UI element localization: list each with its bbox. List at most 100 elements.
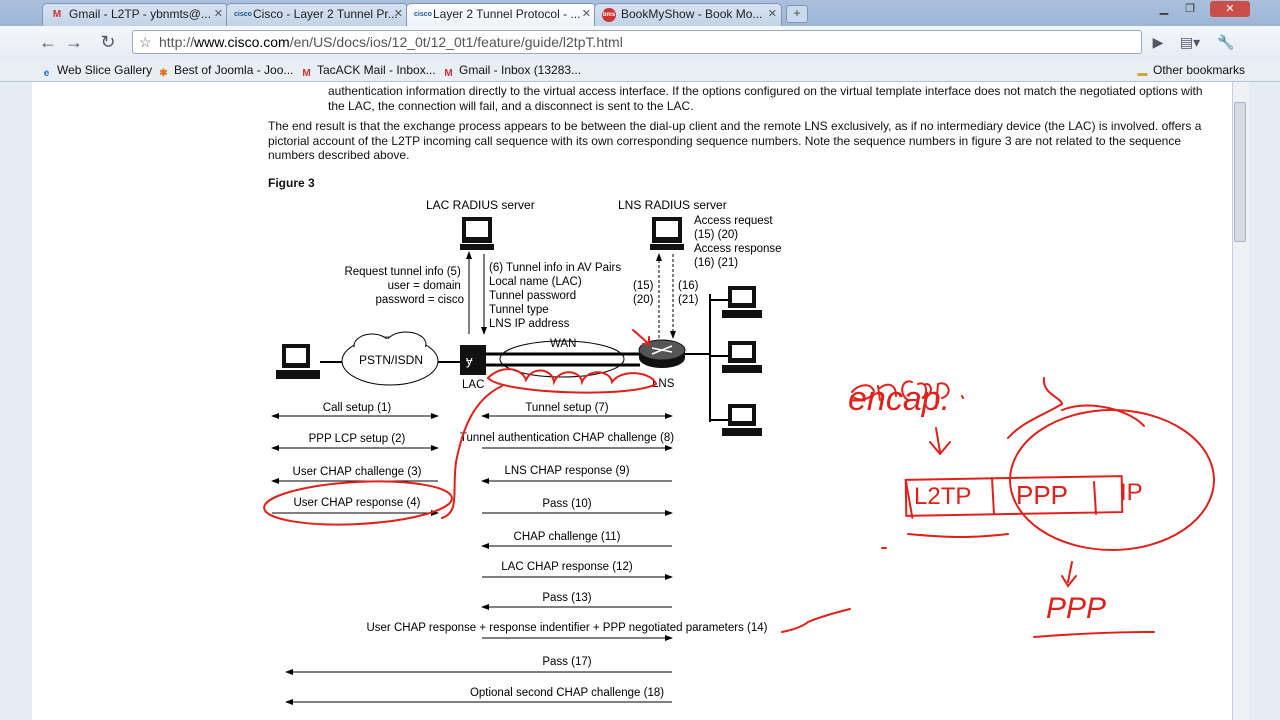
svg-text:LNS CHAP response (9): LNS CHAP response (9) [504,465,629,477]
url-prefix: http:// [159,34,195,50]
gmail-icon: M [302,68,311,79]
close-icon[interactable]: ✕ [768,4,777,25]
tab-bookmyshow[interactable]: bms BookMyShow - Book Mo... ✕ [594,3,782,26]
message-pass-13: Pass (13) [481,592,672,610]
minimize-button[interactable]: ▁ [1152,1,1176,17]
page-margin-right [1249,82,1280,720]
joomla-icon: ✱ [159,68,168,79]
page-content: authentication information directly to t… [32,82,1232,720]
svg-text:Tunnel setup (7): Tunnel setup (7) [525,402,608,414]
access-request-text: Access request (15) (20) Access response… [694,215,785,269]
access-nums-right: (16) (21) [678,280,702,306]
bookmark-web-slice-gallery[interactable]: e Web Slice Gallery [40,60,152,80]
wrench-icon[interactable]: 🔧 [1214,30,1238,54]
svg-text:CHAP challenge (11): CHAP challenge (11) [514,531,621,543]
bookmarks-bar: e Web Slice Gallery ✱ Best of Joomla - Joo… [0,59,1280,82]
bookmark-gmail-inbox[interactable]: M Gmail - Inbox (13283... [442,60,581,80]
message-call-setup: Call setup (1) [271,402,439,419]
play-icon[interactable]: ▶ [1146,30,1170,54]
address-bar[interactable]: ☆ http://www.cisco.com/en/US/docs/ios/12… [132,30,1142,54]
close-window-button[interactable]: ✕ [1210,1,1250,17]
access-nums-left: (15) (20) [633,280,657,306]
other-bookmarks[interactable]: ▬ Other bookmarks [1136,60,1246,80]
url-path: /en/US/docs/ios/12_0t/12_0t1/feature/gui… [289,34,623,50]
svg-text:PPP LCP setup (2): PPP LCP setup (2) [309,433,406,445]
request-tunnel-text: Request tunnel info (5) user = domain pa… [344,266,464,306]
message-user-chap-challenge: User CHAP challenge (3) [271,466,438,484]
maximize-button[interactable]: ❐ [1178,1,1202,17]
handwritten-ip: IP [1120,479,1143,506]
lns-radius-server-icon [650,217,684,250]
handwritten-ppp-2: PPP [1046,592,1106,625]
wan-label: WAN [550,338,576,350]
message-ppp-lcp-setup: PPP LCP setup (2) [271,433,439,451]
forward-button[interactable]: → [62,30,86,54]
close-icon[interactable]: ✕ [582,4,591,25]
bookmark-tacack-mail[interactable]: M TacACK Mail - Inbox... [300,60,435,80]
server-pc-icon-1 [710,286,762,318]
page-margin-left [0,82,32,720]
svg-text:Optional second CHAP challenge: Optional second CHAP challenge (18) [470,687,664,699]
svg-text:LAC CHAP response (12): LAC CHAP response (12) [501,561,633,573]
lac-label: LAC [462,379,484,391]
server-pc-icon-3 [710,404,762,436]
l2tp-call-sequence-diagram: LAC RADIUS server LNS RADIUS server Acce… [263,198,1215,705]
tunnel-info-text: (6) Tunnel info in AV Pairs Local name (… [489,262,624,330]
svg-text:ɏ: ɏ [466,353,473,368]
tab-strip: M Gmail - L2TP - ybnmts@... ✕ cisco Cisc… [0,0,1280,27]
svg-text:Pass (10): Pass (10) [542,498,591,510]
cisco-icon: cisco [414,11,432,18]
message-chap-challenge-11: CHAP challenge (11) [481,531,672,549]
toolbar: ← → ↻ ☆ http://www.cisco.com/en/US/docs/… [0,26,1280,59]
message-tunnel-auth-chap-challenge: Tunnel authentication CHAP challenge (8) [460,432,674,451]
message-user-chap-response-14: User CHAP response + response indentifie… [366,622,768,641]
tab-layer2-tunnel-protocol[interactable]: cisco Layer 2 Tunnel Protocol - ... ✕ [406,3,596,27]
tab-gmail[interactable]: M Gmail - L2TP - ybnmts@... ✕ [42,3,228,26]
svg-text:Pass (17): Pass (17) [542,656,591,668]
folder-icon: ▬ [1137,68,1148,79]
back-button[interactable]: ← [36,30,60,54]
tab-label: BookMyShow - Book Mo... [621,7,763,21]
message-optional-second-chap: Optional second CHAP challenge (18) [285,687,672,705]
scrollbar-thumb[interactable] [1234,102,1246,242]
message-user-chap-response: User CHAP response (4) [272,497,439,516]
gmail-icon: M [52,9,62,20]
client-pc-icon [276,344,320,379]
page-menu-icon[interactable]: ▤▾ [1178,30,1202,54]
star-icon[interactable]: ☆ [139,31,152,53]
message-lac-chap-response: LAC CHAP response (12) [482,561,673,580]
bms-icon: bms [602,8,616,22]
new-tab-button[interactable]: + [786,5,808,23]
svg-text:Call setup (1): Call setup (1) [323,402,392,414]
svg-text:User CHAP challenge (3): User CHAP challenge (3) [293,466,422,478]
gmail-icon: M [444,68,453,79]
handwritten-ppp: PPP [1016,480,1068,510]
url-domain: www.cisco.com [194,34,290,50]
handwritten-encap: encap. [848,380,950,418]
tab-label: Gmail - L2TP - ybnmts@... [69,7,211,21]
lns-radius-label: LNS RADIUS server [618,198,727,212]
close-icon[interactable]: ✕ [394,4,403,25]
lac-radius-label: LAC RADIUS server [426,198,535,212]
svg-text:Tunnel authentication CHAP cha: Tunnel authentication CHAP challenge (8) [460,432,674,444]
reload-button[interactable]: ↻ [96,30,120,54]
lac-radius-server-icon [460,217,494,250]
ie-icon: e [43,68,50,79]
svg-text:User CHAP response + response: User CHAP response + response indentifie… [366,622,767,634]
message-tunnel-setup: Tunnel setup (7) [481,402,673,419]
handwritten-l2tp: L2TP [914,483,971,510]
svg-text:Pass (13): Pass (13) [542,592,591,604]
tab-label: Cisco - Layer 2 Tunnel Pr... [253,7,398,21]
tab-label: Layer 2 Tunnel Protocol - ... [433,7,581,21]
lac-device-icon: ɏ [460,345,486,375]
close-icon[interactable]: ✕ [214,4,223,25]
message-pass-17: Pass (17) [285,656,672,675]
server-pc-icon-2 [710,341,762,373]
bookmark-best-of-joomla[interactable]: ✱ Best of Joomla - Joo... [157,60,293,80]
tab-cisco-l2tp[interactable]: cisco Cisco - Layer 2 Tunnel Pr... ✕ [226,3,408,26]
message-lns-chap-response: LNS CHAP response (9) [481,465,672,484]
svg-text:User CHAP response (4): User CHAP response (4) [294,497,421,509]
cisco-icon: cisco [234,11,252,18]
message-pass-10: Pass (10) [482,498,673,516]
pstn-label: PSTN/ISDN [359,353,423,367]
